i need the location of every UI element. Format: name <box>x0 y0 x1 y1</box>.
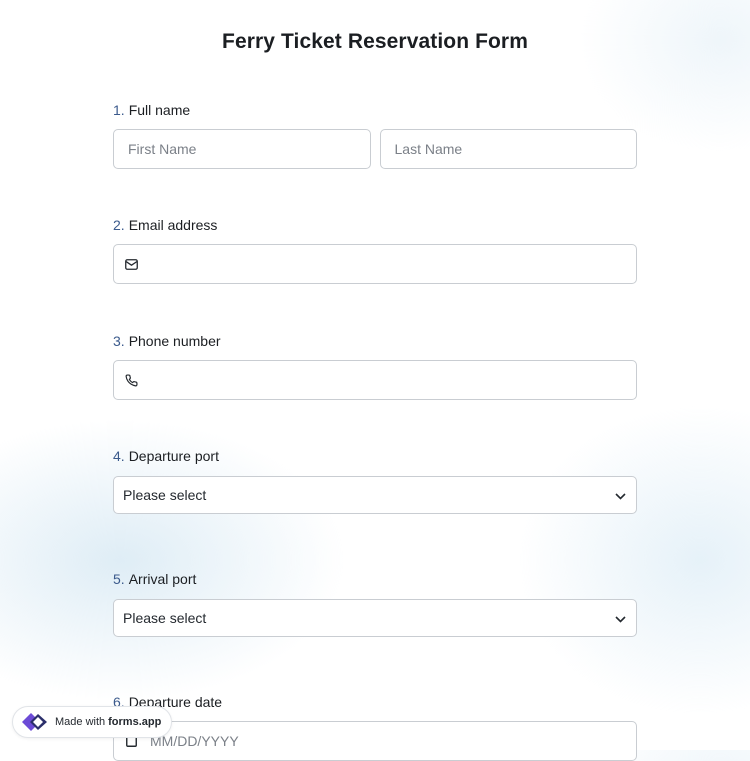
question-label: 2. Email address <box>113 215 637 235</box>
question-number: 1. <box>113 102 125 118</box>
question-number: 3. <box>113 333 125 349</box>
departure-port-select[interactable]: Please select <box>113 476 637 514</box>
question-number: 4. <box>113 448 125 464</box>
first-name-input[interactable]: First Name <box>113 129 371 169</box>
arrival-port-select[interactable]: Please select <box>113 599 637 637</box>
email-field[interactable] <box>113 244 637 284</box>
question-label: 3. Phone number <box>113 331 637 351</box>
question-phone: 3. Phone number <box>113 331 637 400</box>
phone-field[interactable] <box>113 360 637 400</box>
question-email: 2. Email address <box>113 215 637 284</box>
chevron-down-icon <box>615 610 626 626</box>
last-name-placeholder: Last Name <box>394 141 463 157</box>
question-arrival-port: 5. Arrival port Please select <box>113 569 637 637</box>
badge-brand: forms.app <box>108 716 162 728</box>
envelope-icon <box>124 257 138 271</box>
question-full-name: 1. Full name First Name Last Name <box>113 100 637 169</box>
question-departure-date: 6. Departure date MM/DD/YYYY <box>113 692 637 761</box>
question-text: Email address <box>128 217 218 233</box>
question-label: 6. Departure date <box>113 692 637 712</box>
question-text: Phone number <box>128 333 221 349</box>
first-name-placeholder: First Name <box>128 141 197 157</box>
last-name-input[interactable]: Last Name <box>379 129 637 169</box>
chevron-down-icon <box>615 487 626 503</box>
question-number: 5. <box>113 571 125 587</box>
question-label: 1. Full name <box>113 100 637 120</box>
question-number: 2. <box>113 217 125 233</box>
made-with-badge[interactable]: Made with forms.app <box>12 706 173 738</box>
question-text: Arrival port <box>128 571 197 587</box>
selected-value: Please select <box>123 610 207 626</box>
badge-prefix: Made with <box>55 716 106 728</box>
question-label: 4. Departure port <box>113 446 637 466</box>
question-label: 5. Arrival port <box>113 569 637 589</box>
departure-date-field[interactable]: MM/DD/YYYY <box>113 721 637 761</box>
selected-value: Please select <box>123 487 207 503</box>
phone-icon <box>124 373 138 387</box>
form-title: Ferry Ticket Reservation Form <box>222 30 528 53</box>
forms-app-logo-icon <box>19 710 49 734</box>
question-departure-port: 4. Departure port Please select <box>113 446 637 514</box>
question-text: Departure port <box>128 448 219 464</box>
question-text: Full name <box>128 102 191 118</box>
